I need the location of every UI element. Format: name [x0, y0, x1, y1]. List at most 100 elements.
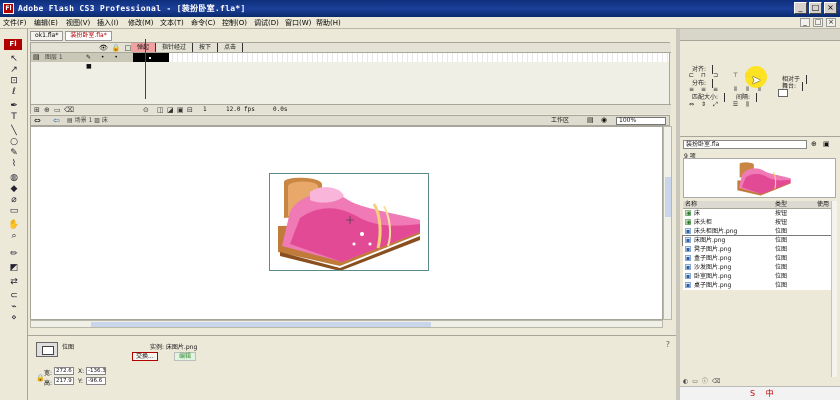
hand-tool-icon[interactable]: ✋: [8, 220, 20, 230]
menu-debug[interactable]: 调试(D): [254, 18, 279, 28]
insert-folder-icon[interactable]: ▭: [54, 106, 61, 114]
distribute-top-icon[interactable]: ≡: [687, 86, 696, 93]
keyframe[interactable]: [133, 53, 169, 62]
menu-edit[interactable]: 编辑(E): [34, 18, 58, 28]
text-tool-icon[interactable]: T: [8, 112, 20, 122]
list-item[interactable]: ▪ 床头柜图片.png 位图: [683, 227, 836, 236]
column-type[interactable]: 类型: [775, 201, 787, 209]
brush-tool-icon[interactable]: ⌇: [8, 159, 20, 169]
flash-app-icon[interactable]: Fl: [3, 3, 14, 14]
height-field[interactable]: 217.9: [54, 377, 74, 385]
eyedropper-tool-icon[interactable]: ⌀: [8, 195, 20, 205]
timeline-layer-toggles[interactable]: 👁🔒□: [99, 44, 135, 52]
line-tool-icon[interactable]: ╲: [8, 126, 20, 136]
menu-commands[interactable]: 命令(C): [191, 18, 215, 28]
distribute-bottom-icon[interactable]: ≡: [711, 86, 720, 93]
align-hcenter-icon[interactable]: ⊓: [699, 72, 708, 79]
properties-icon[interactable]: ⓘ: [702, 378, 712, 385]
stroke-color-icon[interactable]: ✏: [8, 249, 20, 259]
oval-tool-icon[interactable]: ○: [8, 137, 20, 147]
insert-layer-icon[interactable]: ⊞: [34, 106, 40, 114]
x-field[interactable]: -136.3: [86, 367, 106, 375]
timeline-toggle-icon[interactable]: ⇔: [34, 116, 41, 125]
timeline-frames[interactable]: [133, 53, 669, 62]
minimize-button[interactable]: _: [794, 2, 807, 14]
back-arrow-icon[interactable]: ⇦: [53, 116, 60, 125]
stage-horizontal-scrollbar[interactable]: [30, 320, 663, 328]
layer-row[interactable]: ▤ 图层 1 ✎ • • ■: [31, 53, 133, 70]
list-item[interactable]: ◉ 床头柜 按钮: [683, 218, 836, 227]
layer-name[interactable]: 图层 1: [45, 53, 63, 62]
lock-icon[interactable]: 🔒: [112, 44, 125, 52]
library-document-select[interactable]: 装扮卧室.fla: [683, 140, 807, 149]
list-item[interactable]: ◉ 床 按钮: [683, 209, 836, 218]
smooth-option-icon[interactable]: ⌁: [8, 302, 20, 312]
list-item[interactable]: ▪ 卧室图片.png 位图: [683, 272, 836, 281]
layer-state-dots[interactable]: ✎ • • ■: [86, 53, 133, 71]
new-folder-icon[interactable]: ▭: [692, 378, 702, 385]
new-symbol-icon[interactable]: ◐: [683, 378, 692, 385]
align-top-icon[interactable]: ⊤: [731, 72, 740, 79]
column-use[interactable]: 使用: [817, 201, 829, 209]
breadcrumb-scene[interactable]: 场景 1: [75, 117, 93, 124]
breadcrumb-symbol[interactable]: 床: [102, 117, 108, 124]
frame-label-hit[interactable]: 点击: [218, 43, 244, 52]
eye-icon[interactable]: 👁: [99, 44, 112, 52]
menu-help[interactable]: 帮助(H): [316, 18, 341, 28]
width-field[interactable]: 272.6: [54, 367, 74, 375]
center-frame-icon[interactable]: ⊙: [143, 106, 149, 114]
delete-layer-icon[interactable]: ⌫: [64, 106, 74, 114]
free-transform-tool-icon[interactable]: ⊡: [8, 76, 20, 86]
frame-label-up[interactable]: 弹起: [131, 43, 157, 52]
distribute-vcenter-icon[interactable]: ≡: [699, 86, 708, 93]
menu-modify[interactable]: 修改(M): [128, 18, 154, 28]
new-library-panel-icon[interactable]: ▣: [823, 140, 830, 148]
menu-view[interactable]: 视图(V): [66, 18, 90, 28]
help-icon[interactable]: ?: [666, 340, 670, 349]
playhead[interactable]: [145, 39, 146, 99]
doc-close-button[interactable]: ×: [826, 18, 836, 27]
paint-bucket-tool-icon[interactable]: ◆: [8, 184, 20, 194]
close-button[interactable]: ×: [824, 2, 837, 14]
straighten-option-icon[interactable]: ⋄: [8, 313, 20, 323]
selection-tool-icon[interactable]: ↖: [8, 54, 20, 64]
stage-vertical-scrollbar[interactable]: [663, 126, 672, 320]
snap-option-icon[interactable]: ⊂: [8, 291, 20, 301]
menu-control[interactable]: 控制(O): [222, 18, 247, 28]
zoom-select[interactable]: 100%: [616, 117, 666, 125]
distribute-left-icon[interactable]: ⦀: [731, 86, 740, 93]
align-left-icon[interactable]: ⊏: [687, 72, 696, 79]
lasso-tool-icon[interactable]: ℓ: [8, 87, 20, 97]
menu-file[interactable]: 文件(F): [3, 18, 27, 28]
swap-colors-icon[interactable]: ⇄: [8, 277, 20, 287]
frame-label-over[interactable]: 指针经过: [156, 43, 194, 52]
edit-scene-icon[interactable]: ▤: [587, 116, 594, 125]
list-item[interactable]: ▪ 盒子图片.png 位图: [683, 254, 836, 263]
menu-insert[interactable]: 插入(I): [97, 18, 119, 28]
align-right-icon[interactable]: ⊐: [711, 72, 720, 79]
menu-text[interactable]: 文本(T): [160, 18, 184, 28]
doc-tab-ok1[interactable]: ok1.fla*: [30, 31, 64, 41]
library-scrollbar[interactable]: [831, 201, 837, 377]
onion-skin-icon[interactable]: ◫: [157, 106, 164, 114]
pencil-tool-icon[interactable]: ✎: [8, 148, 20, 158]
ink-bottle-tool-icon[interactable]: ◍: [8, 173, 20, 183]
space-vertical-icon[interactable]: ☰: [731, 101, 740, 108]
list-item[interactable]: ▪ 桌子图片.png 位图: [683, 281, 836, 290]
onion-outline-icon[interactable]: ◪: [167, 106, 174, 114]
doc-restore-button[interactable]: □: [813, 18, 823, 27]
edit-multiple-frames-icon[interactable]: ▣: [177, 106, 184, 114]
fill-color-icon[interactable]: ◩: [8, 263, 20, 273]
frame-label-down[interactable]: 按下: [193, 43, 219, 52]
doc-tab-bedroom[interactable]: 装扮卧室.fla*: [65, 31, 112, 41]
eraser-tool-icon[interactable]: ▭: [8, 206, 20, 216]
subselection-tool-icon[interactable]: ↗: [8, 65, 20, 75]
add-guide-layer-icon[interactable]: ⊕: [44, 106, 50, 114]
align-panel-header[interactable]: [680, 29, 840, 41]
doc-minimize-button[interactable]: _: [800, 18, 810, 27]
match-height-icon[interactable]: ⇕: [699, 101, 708, 108]
menu-window[interactable]: 窗口(W): [285, 18, 311, 28]
maximize-button[interactable]: □: [809, 2, 822, 14]
space-horizontal-icon[interactable]: ⫼: [743, 101, 752, 108]
workspace-menu[interactable]: 工作区: [551, 116, 569, 125]
